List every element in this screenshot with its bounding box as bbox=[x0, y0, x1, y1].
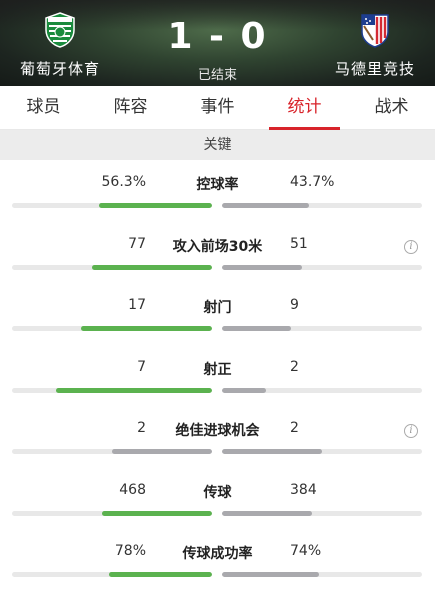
stat-label: 射正 bbox=[203, 361, 232, 378]
away-stat-bar bbox=[222, 572, 422, 577]
home-stat-bar-fill bbox=[102, 510, 212, 516]
away-stat-value: 2 bbox=[290, 420, 299, 436]
away-stat-bar bbox=[222, 449, 422, 454]
tab-stats[interactable]: 统计 bbox=[261, 86, 348, 130]
away-stat-value: 384 bbox=[290, 481, 317, 498]
home-stat-bar-fill bbox=[109, 572, 212, 577]
away-stat-bar bbox=[222, 264, 422, 270]
away-stat-bar bbox=[222, 326, 422, 331]
away-stat-bar bbox=[222, 387, 422, 393]
away-stat-bar-fill bbox=[222, 387, 266, 393]
away-stat-value: 2 bbox=[290, 358, 299, 375]
home-stat-bar bbox=[12, 572, 212, 577]
stat-label: 射门 bbox=[203, 300, 232, 316]
stat-row: 78% 传球成功率 74% bbox=[0, 529, 435, 591]
tab-lineup[interactable]: 阵容 bbox=[87, 86, 174, 129]
stat-label: 攻入前场30米 bbox=[172, 238, 263, 255]
away-stat-bar-fill bbox=[222, 572, 319, 577]
away-stat-bar-fill bbox=[222, 326, 291, 331]
home-stat-bar-fill bbox=[56, 387, 212, 393]
away-stat-bar bbox=[222, 510, 422, 516]
home-stat-bar bbox=[12, 387, 212, 393]
away-stat-bar-fill bbox=[222, 510, 312, 516]
away-stat-bar-fill bbox=[222, 203, 309, 208]
home-stat-bar bbox=[12, 203, 212, 208]
away-stat-value: 43.7% bbox=[290, 174, 335, 190]
tab-bar: 球员 阵容 事件 统计 战术 bbox=[0, 86, 435, 130]
stat-label: 绝佳进球机会 bbox=[175, 423, 260, 439]
stat-label: 传球成功率 bbox=[182, 546, 253, 562]
home-stat-bar-fill bbox=[81, 326, 212, 331]
home-stat-bar-fill bbox=[99, 203, 212, 208]
tab-tactics[interactable]: 战术 bbox=[348, 86, 435, 129]
away-stat-value: 74% bbox=[290, 543, 322, 559]
stat-row: 7 射正 2 bbox=[0, 345, 435, 407]
tab-events[interactable]: 事件 bbox=[174, 86, 261, 129]
stat-row: 77 攻入前场30米 51 i bbox=[0, 222, 435, 284]
stat-row: 17 射门 9 bbox=[0, 283, 435, 345]
home-stat-bar bbox=[12, 449, 212, 454]
atletico-madrid-crest-icon bbox=[361, 14, 389, 48]
away-stat-bar bbox=[222, 203, 422, 208]
away-stat-bar-fill bbox=[222, 264, 302, 270]
home-stat-bar-fill bbox=[92, 264, 212, 270]
stat-label: 控球率 bbox=[196, 177, 239, 193]
section-header-key: 关键 bbox=[0, 130, 435, 160]
stat-row: 2 绝佳进球机会 2 i bbox=[0, 406, 435, 468]
stat-label: 传球 bbox=[203, 484, 232, 501]
home-stat-bar bbox=[12, 264, 212, 270]
home-stat-bar-fill bbox=[112, 449, 212, 454]
away-stat-value: 51 bbox=[290, 235, 308, 252]
home-stat-bar bbox=[12, 510, 212, 516]
stat-row: 56.3% 控球率 43.7% bbox=[0, 160, 435, 222]
away-stat-bar-fill bbox=[222, 449, 322, 454]
home-stat-bar bbox=[12, 326, 212, 331]
stats-list: 56.3% 控球率 43.7% 77 攻入前场30米 51 i 17 射门 9 7 射正 2 2 绝佳进球机… bbox=[0, 160, 435, 591]
info-icon[interactable]: i bbox=[404, 424, 418, 438]
away-stat-value: 9 bbox=[290, 297, 299, 313]
info-icon[interactable]: i bbox=[404, 239, 418, 254]
away-team[interactable]: 马德里竞技 bbox=[315, 12, 435, 79]
match-header: 葡萄牙体育 1 - 0 已结束 马德里竞技 bbox=[0, 0, 435, 86]
away-team-name: 马德里竞技 bbox=[334, 60, 415, 78]
tab-players[interactable]: 球员 bbox=[0, 86, 87, 129]
stat-row: 468 传球 384 bbox=[0, 468, 435, 530]
